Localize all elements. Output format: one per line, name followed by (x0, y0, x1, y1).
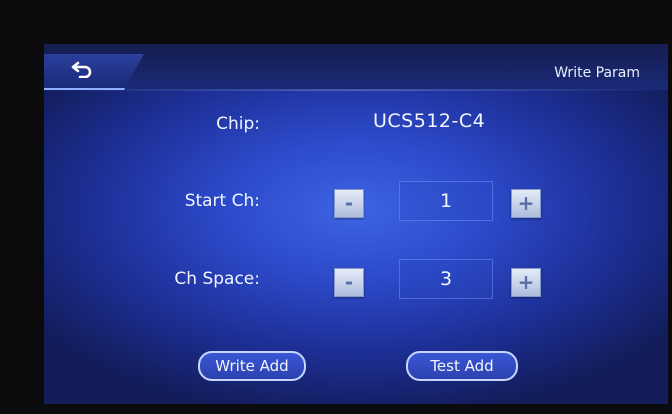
start-ch-decrement-button[interactable]: - (334, 189, 364, 218)
start-ch-label: Start Ch: (184, 191, 260, 211)
write-add-button[interactable]: Write Add (198, 351, 306, 381)
page-title: Write Param (554, 65, 640, 81)
start-ch-value: 1 (399, 181, 493, 221)
ch-space-decrement-button[interactable]: - (334, 268, 364, 297)
ch-space-label: Ch Space: (174, 269, 260, 289)
start-ch-increment-button[interactable]: + (511, 189, 541, 218)
chip-value: UCS512-C4 (373, 110, 486, 132)
undo-arrow-icon (71, 61, 92, 78)
device-screen: Write Param Chip: UCS512-C4 Start Ch: - … (44, 44, 668, 404)
ch-space-increment-button[interactable]: + (511, 268, 541, 297)
chip-label: Chip: (216, 114, 260, 134)
top-bar-divider (44, 89, 668, 91)
test-add-button[interactable]: Test Add (406, 351, 518, 381)
ch-space-value: 3 (399, 259, 493, 299)
